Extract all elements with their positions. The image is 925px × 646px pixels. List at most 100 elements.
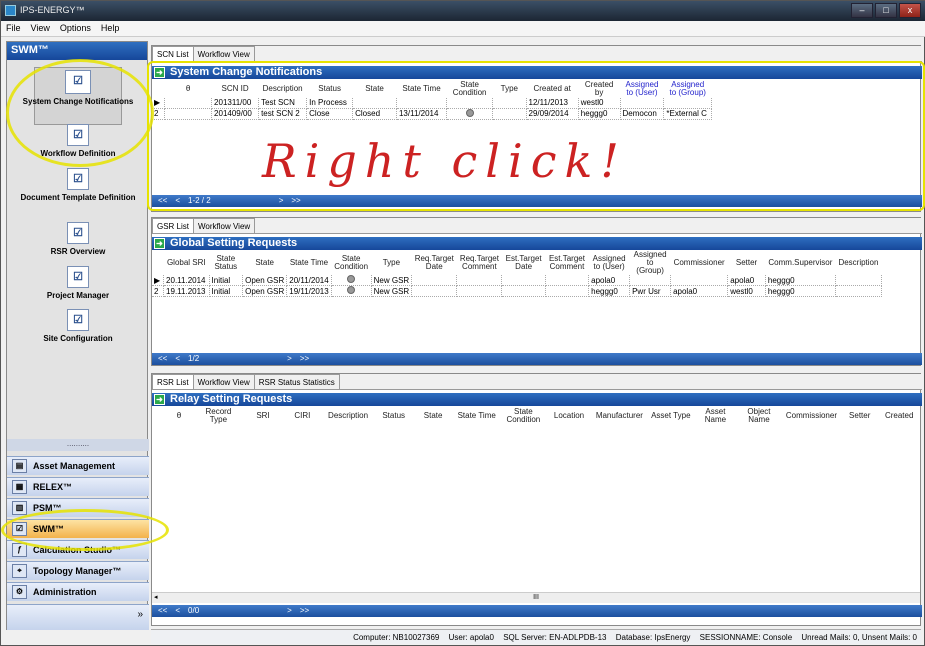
column-header[interactable]: Req.Target Comment bbox=[457, 251, 502, 275]
column-header[interactable]: State Time bbox=[287, 251, 331, 275]
cell bbox=[670, 275, 729, 286]
menu-bar: File View Options Help bbox=[1, 21, 925, 37]
scroll-left-icon[interactable]: ◂ bbox=[154, 593, 158, 603]
rsr-pane: RSR List Workflow View RSR Status Statisti… bbox=[151, 373, 922, 626]
column-header[interactable]: Setter bbox=[728, 251, 766, 275]
sidebar-item-rsr-overview[interactable]: ☑ RSR Overview bbox=[7, 222, 149, 256]
column-header[interactable]: State Condition bbox=[331, 251, 371, 275]
window-title: IPS-ENERGY™ bbox=[20, 5, 85, 15]
column-header[interactable]: Location bbox=[546, 407, 592, 425]
minimize-button[interactable]: – bbox=[851, 3, 873, 18]
cell: Initial bbox=[209, 275, 244, 286]
page-indicator: 0/0 bbox=[188, 606, 200, 615]
condition-icon bbox=[347, 286, 356, 294]
module-asset-management[interactable]: ▤ Asset Management bbox=[7, 456, 149, 475]
table-row[interactable]: ▶ 20.11.2014 Initial Open GSR 20/11/2014… bbox=[152, 275, 883, 286]
tab-rsr-workflow-view[interactable]: Workflow View bbox=[192, 374, 255, 389]
column-header[interactable]: Asset Type bbox=[647, 407, 695, 425]
column-header[interactable]: State Status bbox=[209, 251, 243, 275]
column-header[interactable]: Manufacturer bbox=[592, 407, 647, 425]
table-row[interactable]: 2 19.11.2013 Initial Open GSR 19/11/2013… bbox=[152, 285, 883, 297]
last-page-button[interactable]: >> bbox=[300, 606, 309, 615]
horizontal-scrollbar[interactable]: ◂ III bbox=[152, 592, 920, 603]
sidebar-item-label: Project Manager bbox=[46, 291, 110, 300]
sidebar-item-project-manager[interactable]: ☑ Project Manager bbox=[7, 266, 149, 300]
column-header[interactable]: State bbox=[413, 407, 452, 425]
column-header[interactable]: Record Type bbox=[193, 407, 243, 425]
column-header[interactable]: Est.Target Comment bbox=[545, 251, 588, 275]
relex-icon: ▦ bbox=[12, 480, 27, 494]
prev-page-button[interactable]: < bbox=[175, 606, 180, 615]
column-header[interactable]: θ bbox=[164, 407, 193, 425]
column-header[interactable]: Setter bbox=[841, 407, 878, 425]
tab-gsr-workflow-view[interactable]: Workflow View bbox=[193, 218, 256, 233]
gsr-pane: GSR List Workflow View ➜ Global Setting Re… bbox=[151, 217, 922, 366]
menu-options[interactable]: Options bbox=[55, 21, 96, 35]
column-header[interactable]: Description bbox=[322, 407, 374, 425]
gsr-header: ➜ Global Setting Requests bbox=[152, 237, 922, 250]
last-page-button[interactable]: >> bbox=[300, 354, 309, 363]
rsr-title: Relay Setting Requests bbox=[170, 393, 293, 405]
tab-scn-workflow-view[interactable]: Workflow View bbox=[192, 46, 255, 61]
tab-rsr-status-statistics[interactable]: RSR Status Statistics bbox=[253, 374, 340, 389]
cell: heggg0 bbox=[765, 275, 836, 286]
sidebar-splitter[interactable]: .......... bbox=[7, 439, 149, 451]
sidebar-item-label: Site Configuration bbox=[43, 334, 113, 343]
menu-help[interactable]: Help bbox=[96, 21, 125, 35]
column-header[interactable]: Global SRI bbox=[164, 251, 209, 275]
tab-gsr-list[interactable]: GSR List bbox=[152, 218, 195, 233]
gsr-tabs: GSR List Workflow View bbox=[152, 218, 922, 234]
cell bbox=[411, 285, 458, 297]
first-page-button[interactable]: << bbox=[158, 606, 167, 615]
column-header[interactable]: Created bbox=[878, 407, 920, 425]
sidebar-item-document-template[interactable]: ☑ Document Template Definition bbox=[7, 168, 149, 202]
column-header[interactable]: Comm.Supervisor bbox=[765, 251, 835, 275]
column-header[interactable]: Status bbox=[374, 407, 413, 425]
cell bbox=[545, 275, 590, 286]
cell: apola0 bbox=[670, 285, 729, 297]
sidebar-item-label: RSR Overview bbox=[50, 247, 106, 256]
highlight-circle-sidebar bbox=[6, 59, 154, 167]
next-page-button[interactable]: > bbox=[287, 354, 292, 363]
cell: Open GSR bbox=[242, 275, 288, 286]
column-header[interactable]: Commissioner bbox=[671, 251, 728, 275]
column-header[interactable]: SRI bbox=[243, 407, 282, 425]
column-header[interactable]: Commissioner bbox=[782, 407, 841, 425]
cell: 19.11.2013 bbox=[163, 285, 210, 297]
column-header[interactable]: Asset Name bbox=[695, 407, 736, 425]
module-relex[interactable]: ▦ RELEX™ bbox=[7, 477, 149, 496]
module-label: Administration bbox=[33, 587, 97, 597]
gsr-pager: << <1/2 > >> bbox=[152, 353, 922, 365]
admin-icon: ⚙ bbox=[12, 585, 27, 599]
module-topology-manager[interactable]: ⌖ Topology Manager™ bbox=[7, 561, 149, 580]
scroll-thumb[interactable]: III bbox=[533, 594, 539, 601]
column-header[interactable]: Req.Target Date bbox=[412, 251, 457, 275]
column-header[interactable]: Type bbox=[371, 251, 412, 275]
checklist-icon: ☑ bbox=[67, 222, 89, 244]
module-administration[interactable]: ⚙ Administration bbox=[7, 582, 149, 601]
column-header[interactable]: CIRI bbox=[283, 407, 322, 425]
tab-rsr-list[interactable]: RSR List bbox=[152, 374, 194, 389]
column-header[interactable]: Description bbox=[835, 251, 881, 275]
column-header[interactable]: Assigned to (User) bbox=[589, 251, 630, 275]
column-header[interactable]: Object Name bbox=[736, 407, 782, 425]
calc-icon: ƒ bbox=[12, 543, 27, 557]
column-header[interactable]: Est.Target Date bbox=[502, 251, 545, 275]
column-header[interactable]: State Time bbox=[453, 407, 501, 425]
prev-page-button[interactable]: < bbox=[175, 354, 180, 363]
first-page-button[interactable]: << bbox=[158, 354, 167, 363]
sidebar-item-site-configuration[interactable]: ☑ Site Configuration bbox=[7, 309, 149, 343]
expand-modules-button[interactable]: » bbox=[7, 604, 149, 630]
psm-icon: ▥ bbox=[12, 501, 27, 515]
tab-scn-list[interactable]: SCN List bbox=[152, 46, 194, 61]
menu-view[interactable]: View bbox=[26, 21, 55, 35]
next-page-button[interactable]: > bbox=[287, 606, 292, 615]
rsr-pager: << <0/0 > >> bbox=[152, 605, 922, 617]
column-header[interactable]: State Condition bbox=[501, 407, 547, 425]
close-button[interactable]: x bbox=[899, 3, 921, 18]
menu-file[interactable]: File bbox=[1, 21, 26, 35]
column-header[interactable]: Assigned to (Group) bbox=[630, 251, 671, 275]
column-header[interactable]: State bbox=[243, 251, 287, 275]
maximize-button[interactable]: □ bbox=[875, 3, 897, 18]
rsr-table: θ Record Type SRI CIRI Description Statu… bbox=[152, 407, 920, 425]
